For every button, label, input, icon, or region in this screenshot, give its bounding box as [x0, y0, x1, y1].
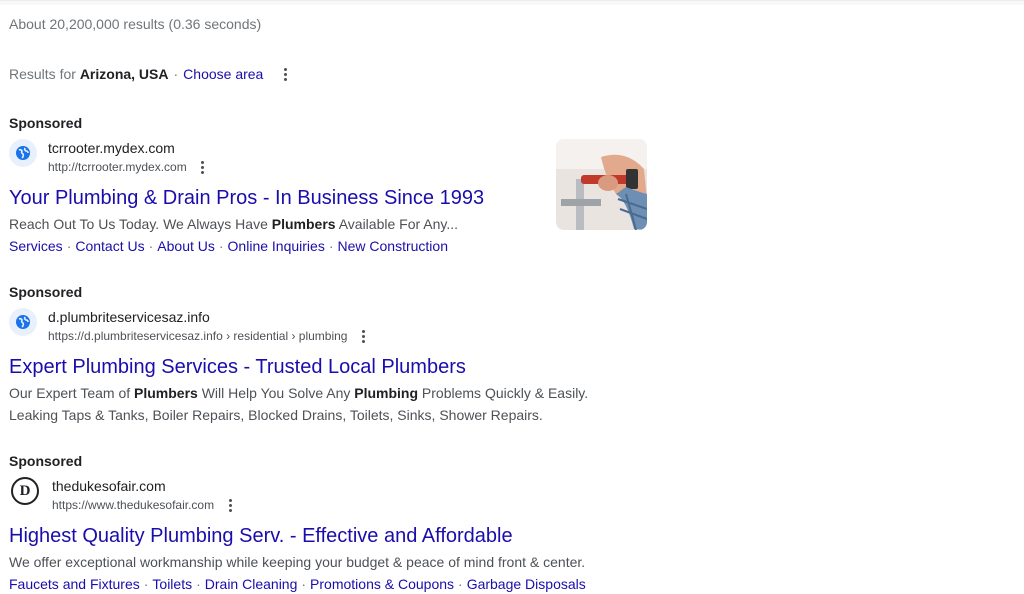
sitelink-services[interactable]: Services: [9, 238, 63, 254]
ad-description: Our Expert Team of Plumbers Will Help Yo…: [9, 385, 589, 423]
location-separator: ·: [173, 66, 179, 82]
sitelink-garbage-disposals[interactable]: Garbage Disposals: [467, 576, 586, 592]
ad-description: Reach Out To Us Today. We Always Have Pl…: [9, 216, 459, 232]
ad-title-link[interactable]: Highest Quality Plumbing Serv. - Effecti…: [9, 523, 649, 549]
more-vert-icon[interactable]: [355, 326, 371, 346]
ad-url: https://d.plumbriteservicesaz.info › res…: [48, 329, 348, 343]
sitelinks: Services · Contact Us · About Us · Online Inqu…: [9, 238, 449, 254]
ad-title-link[interactable]: Expert Plumbing Services - Trusted Local…: [9, 354, 649, 380]
source-row[interactable]: d.plumbriteservicesaz.info https://d.plu…: [9, 308, 649, 346]
ad-description: We offer exceptional workmanship while k…: [9, 554, 586, 570]
sponsored-label: Sponsored: [9, 453, 83, 469]
more-vert-icon[interactable]: [222, 495, 238, 515]
globe-icon: [9, 139, 37, 167]
choose-area-link[interactable]: Choose area: [183, 66, 263, 82]
sitelink-faucets[interactable]: Faucets and Fixtures: [9, 576, 140, 592]
sitelink-new-construction[interactable]: New Construction: [338, 238, 449, 254]
sitelink-contact-us[interactable]: Contact Us: [75, 238, 144, 254]
sponsored-result: Sponsored d.plumbriteservicesaz.info htt…: [9, 284, 649, 426]
sponsored-result: Sponsored D thedukesofair.com https://ww…: [9, 453, 649, 594]
source-row[interactable]: tcrrooter.mydex.com http://tcrrooter.myd…: [9, 139, 649, 177]
ad-domain: thedukesofair.com: [52, 478, 166, 494]
ad-url: https://www.thedukesofair.com: [52, 498, 215, 512]
sponsored-label: Sponsored: [9, 115, 83, 131]
location-place: Arizona, USA: [79, 66, 169, 82]
ad-url: http://tcrrooter.mydex.com: [48, 160, 187, 174]
sitelinks: Faucets and Fixtures · Toilets · Drain Clean…: [9, 576, 586, 592]
sitelink-toilets[interactable]: Toilets: [152, 576, 192, 592]
results-stats: About 20,200,000 results (0.36 seconds): [9, 16, 262, 32]
more-vert-icon[interactable]: [277, 64, 293, 84]
ad-description-line2: Leaking Taps & Tanks, Boiler Repairs, Bl…: [9, 407, 543, 423]
brand-logo-icon: D: [11, 477, 39, 505]
sitelink-about-us[interactable]: About Us: [157, 238, 215, 254]
more-vert-icon[interactable]: [195, 157, 211, 177]
ad-thumbnail[interactable]: [556, 139, 647, 230]
ad-domain: d.plumbriteservicesaz.info: [48, 309, 210, 325]
ad-domain: tcrrooter.mydex.com: [48, 140, 175, 156]
sponsored-result: Sponsored tcrrooter.mydex.com http://tcr…: [9, 115, 649, 256]
top-divider: [0, 0, 1024, 5]
sitelink-drain-cleaning[interactable]: Drain Cleaning: [205, 576, 298, 592]
source-row[interactable]: D thedukesofair.com https://www.thedukes…: [9, 477, 649, 515]
location-bar: Results for Arizona, USA · Choose area: [9, 64, 293, 84]
sponsored-label: Sponsored: [9, 284, 83, 300]
globe-icon: [9, 308, 37, 336]
sitelink-online-inquiries[interactable]: Online Inquiries: [228, 238, 325, 254]
ad-title-link[interactable]: Your Plumbing & Drain Pros - In Business…: [9, 185, 649, 211]
sitelink-promotions[interactable]: Promotions & Coupons: [310, 576, 454, 592]
location-prefix: Results for: [9, 66, 76, 82]
